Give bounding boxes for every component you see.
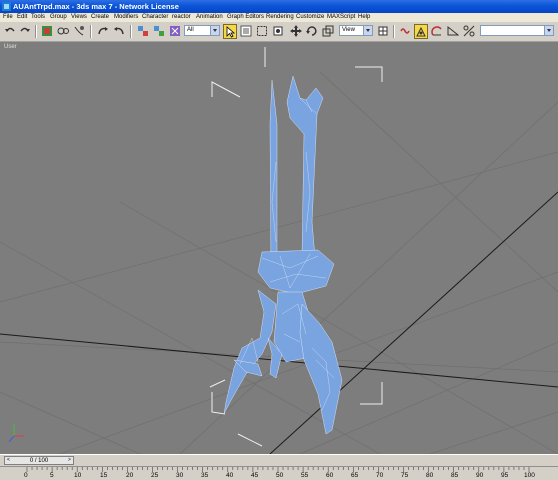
tick-label: 5 [50, 472, 54, 479]
menu-file[interactable]: File [3, 13, 13, 22]
perspective-viewport[interactable]: User [0, 42, 558, 454]
menu-character[interactable]: Character [142, 13, 168, 22]
reference-coord-select[interactable]: View [339, 25, 373, 36]
tick-label: 30 [176, 472, 184, 479]
menu-group[interactable]: Group [50, 13, 67, 22]
align-icon[interactable] [414, 24, 428, 39]
chevron-down-icon[interactable] [544, 26, 553, 35]
tick-label: 85 [451, 472, 459, 479]
selection-filter-value: All [187, 27, 194, 33]
menu-graph-editors[interactable]: Graph Editors [227, 13, 264, 22]
break-link-icon[interactable] [152, 24, 166, 39]
named-selection-select[interactable] [480, 25, 554, 36]
app-icon [2, 2, 11, 11]
menu-maxscript[interactable]: MAXScript [327, 13, 355, 22]
select-link-icon[interactable] [40, 24, 54, 39]
tick-label: 40 [226, 472, 234, 479]
percent-snap-icon[interactable] [462, 24, 476, 39]
tripod-model [223, 75, 343, 435]
rotate-icon[interactable] [305, 24, 319, 39]
tick-label: 75 [401, 472, 409, 479]
prev-frame-icon[interactable]: < [6, 457, 11, 464]
tick-label: 10 [74, 472, 82, 479]
window-title: AUAntTrpd.max - 3ds max 7 - Network Lice… [13, 2, 179, 11]
tick-label: 95 [501, 472, 509, 479]
next-frame-icon[interactable]: > [67, 457, 72, 464]
tick-label: 65 [351, 472, 359, 479]
menu-edit[interactable]: Edit [17, 13, 27, 22]
menu-animation[interactable]: Animation [196, 13, 223, 22]
bind-spacewarp-icon[interactable] [72, 24, 86, 39]
tick-label: 80 [426, 472, 434, 479]
tick-label: 90 [476, 472, 484, 479]
select-object-icon[interactable] [223, 24, 237, 39]
link-icon[interactable] [136, 24, 150, 39]
time-slider-thumb[interactable]: < 0 / 100 > [4, 456, 74, 465]
chevron-down-icon[interactable] [363, 26, 372, 35]
tick-label: 20 [126, 472, 134, 479]
move-icon[interactable] [289, 24, 303, 39]
reference-coord-value: View [342, 27, 355, 33]
menu-customize[interactable]: Customize [296, 13, 324, 22]
time-slider[interactable]: < 0 / 100 > [0, 454, 558, 466]
window-crossing-icon[interactable] [271, 24, 285, 39]
main-toolbar: All View [0, 22, 558, 42]
title-bar: AUAntTrpd.max - 3ds max 7 - Network Lice… [0, 0, 558, 13]
tick-label: 0 [24, 472, 28, 479]
viewport-canvas [0, 47, 558, 454]
tick-label: 100 [524, 472, 535, 479]
bind-icon[interactable] [168, 24, 182, 39]
rect-region-icon[interactable] [255, 24, 269, 39]
menu-tools[interactable]: Tools [31, 13, 45, 22]
redo-icon[interactable] [18, 24, 32, 39]
selection-filter-select[interactable]: All [184, 25, 220, 36]
select-by-name-icon[interactable] [239, 24, 253, 39]
tick-label: 35 [201, 472, 209, 479]
mirror-icon[interactable] [398, 24, 412, 39]
pivot-icon[interactable] [376, 24, 390, 39]
menu-reactor[interactable]: reactor [172, 13, 191, 22]
menu-create[interactable]: Create [91, 13, 109, 22]
tick-label: 70 [376, 472, 384, 479]
undo-scene-icon[interactable] [96, 24, 110, 39]
snaps-icon[interactable] [430, 24, 444, 39]
tick-label: 55 [301, 472, 309, 479]
scale-icon[interactable] [321, 24, 335, 39]
frame-display: 0 / 100 [29, 458, 49, 464]
tick-label: 15 [100, 472, 108, 479]
viewport-label[interactable]: User [4, 44, 17, 50]
menu-help[interactable]: Help [358, 13, 370, 22]
undo-icon[interactable] [3, 24, 17, 39]
tick-label: 25 [151, 472, 159, 479]
redo-scene-icon[interactable] [112, 24, 126, 39]
tick-label: 60 [326, 472, 334, 479]
track-bar[interactable]: 0 5 10 15 20 25 30 35 40 45 50 55 60 65 … [0, 466, 558, 480]
menu-modifiers[interactable]: Modifiers [114, 13, 138, 22]
menu-views[interactable]: Views [71, 13, 87, 22]
menu-rendering[interactable]: Rendering [266, 13, 294, 22]
tick-label: 50 [276, 472, 284, 479]
angle-snap-icon[interactable] [446, 24, 460, 39]
chevron-down-icon[interactable] [210, 26, 219, 35]
tick-label: 45 [251, 472, 259, 479]
unlink-icon[interactable] [56, 24, 70, 39]
menu-bar: File Edit Tools Group Views Create Modif… [0, 13, 558, 22]
axis-tripod-icon [8, 424, 24, 443]
